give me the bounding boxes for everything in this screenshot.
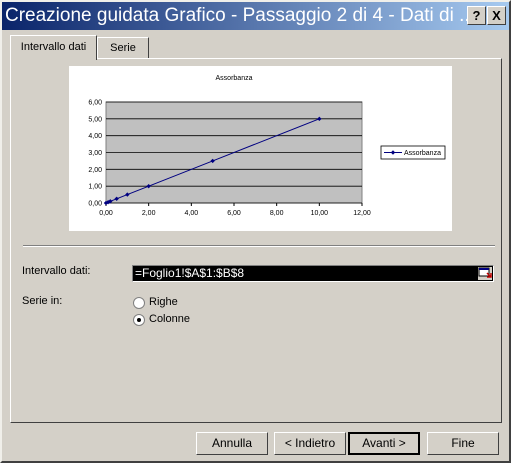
x-tick-label: 4,00 (185, 210, 199, 217)
cancel-button[interactable]: Annulla (196, 432, 268, 455)
legend-label: Assorbanza (404, 150, 441, 157)
tab-serie[interactable]: Serie (97, 37, 149, 59)
title-bar[interactable]: Creazione guidata Grafico - Passaggio 2 … (2, 2, 509, 30)
x-tick-label: 8,00 (270, 210, 284, 217)
radio-icon[interactable] (133, 297, 145, 309)
separator (23, 245, 495, 247)
close-button[interactable]: X (487, 6, 506, 25)
x-tick-label: 0,00 (99, 210, 113, 217)
y-tick-label: 2,00 (88, 167, 102, 174)
chart-svg: 0,00 1,00 2,00 3,00 4,00 5,00 6,00 0,00 2,00 4,00… (88, 75, 446, 217)
radio-icon-selected[interactable] (133, 314, 145, 326)
back-button[interactable]: < Indietro (274, 432, 346, 455)
tab-label: Intervallo dati (20, 41, 87, 53)
tab-label: Serie (110, 42, 136, 54)
x-tick-label: 2,00 (142, 210, 156, 217)
window-title: Creazione guidata Grafico - Passaggio 2 … (5, 5, 475, 26)
x-tick-label: 10,00 (311, 210, 329, 217)
y-tick-label: 0,00 (88, 201, 102, 208)
tab-intervallo-dati[interactable]: Intervallo dati (10, 35, 97, 60)
y-tick-label: 1,00 (88, 184, 102, 191)
help-button[interactable]: ? (467, 6, 486, 25)
chart-wizard-dialog: Creazione guidata Grafico - Passaggio 2 … (0, 0, 511, 463)
y-tick-label: 6,00 (88, 100, 102, 107)
chart-preview: 0,00 1,00 2,00 3,00 4,00 5,00 6,00 0,00 2,00 4,00… (69, 66, 452, 231)
y-tick-label: 3,00 (88, 150, 102, 157)
radio-dot-icon (137, 318, 141, 322)
radio-label: Righe (149, 296, 178, 308)
series-in-label: Serie in: (22, 295, 63, 307)
y-tick-label: 4,00 (88, 133, 102, 140)
data-range-input[interactable]: =Foglio1!$A$1:$B$8 (132, 265, 494, 282)
collapse-dialog-icon[interactable] (478, 267, 492, 280)
chart-title: Assorbanza (216, 75, 253, 82)
tab-panel: 0,00 1,00 2,00 3,00 4,00 5,00 6,00 0,00 2,00 4,00… (10, 58, 502, 423)
y-tick-label: 5,00 (88, 116, 102, 123)
x-tick-label: 12,00 (353, 210, 371, 217)
next-button[interactable]: Avanti > (348, 432, 420, 455)
radio-label: Colonne (149, 313, 190, 325)
finish-button[interactable]: Fine (427, 432, 499, 455)
data-range-value: =Foglio1!$A$1:$B$8 (135, 266, 245, 280)
data-range-label: Intervallo dati: (22, 265, 91, 277)
x-tick-label: 6,00 (227, 210, 241, 217)
